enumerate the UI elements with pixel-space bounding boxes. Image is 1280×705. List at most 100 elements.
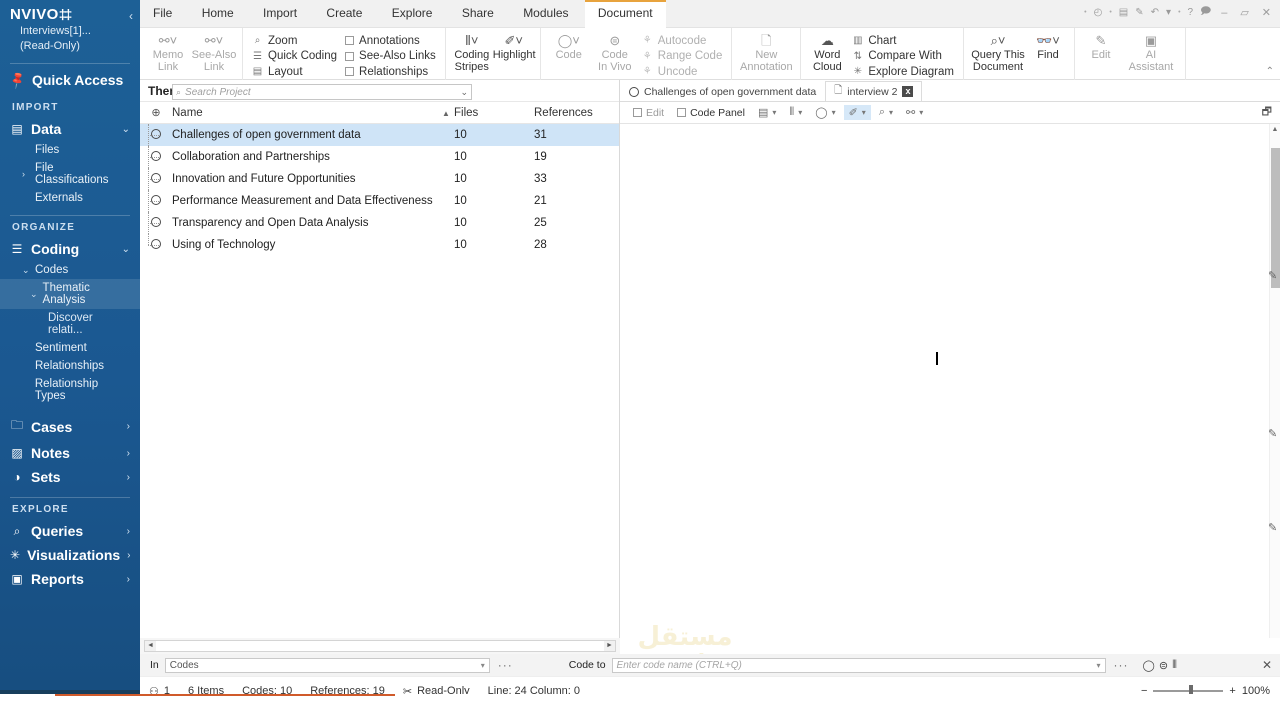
sidebar-item-relationships[interactable]: Relationships xyxy=(0,357,140,375)
highlight-marker-icon[interactable]: ✎ xyxy=(1268,427,1277,440)
scroll-right-icon[interactable]: ► xyxy=(604,641,615,651)
range-code-button[interactable]: ⚘ Range Code xyxy=(638,49,727,65)
close-code-bar-icon[interactable]: ✕ xyxy=(1262,658,1280,672)
tab-modules[interactable]: Modules xyxy=(510,0,581,28)
tab-document[interactable]: Document xyxy=(584,0,666,28)
scrollbar-thumb[interactable] xyxy=(1271,148,1280,288)
qat-undo-icon[interactable]: ↶ xyxy=(1149,6,1161,19)
tab-home[interactable]: Home xyxy=(189,0,247,28)
chevron-down-icon[interactable]: ▾ xyxy=(481,661,485,670)
table-row[interactable]: Performance Measurement and Data Effecti… xyxy=(140,190,619,212)
list-horizontal-scrollbar[interactable]: ◄ ► xyxy=(140,638,620,654)
word-cloud-button[interactable]: ☁ Word Cloud xyxy=(806,30,848,73)
memo-link-button[interactable]: ⚯˅ Memo Link xyxy=(145,30,191,73)
tab-share[interactable]: Share xyxy=(449,0,507,28)
taskbar-active-window[interactable] xyxy=(55,694,395,705)
table-row[interactable]: Challenges of open government data 10 31 xyxy=(140,124,619,146)
table-row[interactable]: Innovation and Future Opportunities 10 3… xyxy=(140,168,619,190)
qat-save-icon[interactable]: ▤ xyxy=(1117,6,1130,19)
qat-dropdown-icon[interactable]: ▾ xyxy=(1164,6,1173,19)
sidebar-item-reports[interactable]: ▣ Reports › xyxy=(0,567,140,591)
tab-file[interactable]: File xyxy=(140,0,185,28)
code-stripes-icon[interactable]: ⦀ xyxy=(1172,659,1177,672)
highlight-marker-icon[interactable]: ✎ xyxy=(1268,521,1277,534)
sidebar-item-cases[interactable]: 🗀 Cases › xyxy=(0,412,140,441)
tab-import[interactable]: Import xyxy=(250,0,310,28)
minimize-button[interactable]: – xyxy=(1216,6,1232,20)
in-more-button[interactable]: ··· xyxy=(490,658,521,672)
chevron-down-icon[interactable]: ▾ xyxy=(1097,661,1101,670)
search-input[interactable]: ⌕ Search Project ⌄ xyxy=(172,84,472,100)
hscroll-track[interactable]: ◄ ► xyxy=(144,640,616,652)
column-header-references[interactable]: References xyxy=(534,107,619,119)
tab-create[interactable]: Create xyxy=(313,0,375,28)
qat-clock-icon[interactable]: ◴ xyxy=(1092,6,1105,19)
code-invivo-icon[interactable]: ⊜ xyxy=(1159,659,1168,672)
table-row[interactable]: Transparency and Open Data Analysis 10 2… xyxy=(140,212,619,234)
close-button[interactable]: ✕ xyxy=(1257,5,1276,20)
coding-stripes-dropdown[interactable]: ⦀ ▾ xyxy=(784,105,807,120)
highlight-marker-icon[interactable]: ✎ xyxy=(1268,269,1277,282)
doc-tab-challenges[interactable]: Challenges of open government data xyxy=(620,81,825,101)
code-circle-icon[interactable]: ◯ xyxy=(1143,659,1155,672)
edit-button[interactable]: ✎ Edit xyxy=(1080,30,1122,61)
column-header-files[interactable]: ▲ Files xyxy=(442,107,534,119)
quick-coding-button[interactable]: ☰ Quick Coding xyxy=(248,49,341,65)
ai-assistant-button[interactable]: ▣ AI Assistant xyxy=(1122,30,1180,73)
sidebar-item-thematic-analysis[interactable]: ⌄ Thematic Analysis xyxy=(0,279,140,309)
highlight-button[interactable]: ✐˅ Highlight xyxy=(493,30,536,61)
scroll-up-icon[interactable]: ▲ xyxy=(1270,124,1280,135)
doc-tab-interview-2[interactable]: 🗋 interview 2 x xyxy=(825,81,923,101)
uncode-button[interactable]: ⚘ Uncode xyxy=(638,64,727,80)
sidebar-item-visualizations[interactable]: ✳ Visualizations › xyxy=(0,543,140,567)
sidebar-item-discover-relationships[interactable]: Discover relati... xyxy=(0,309,140,339)
code-to-more-button[interactable]: ··· xyxy=(1106,658,1137,672)
find-button[interactable]: 👓˅ Find xyxy=(1027,30,1069,61)
qat-comment-icon[interactable]: 🗩 xyxy=(1198,3,1213,22)
see-also-link-button[interactable]: ⚯˅ See-Also Link xyxy=(191,30,237,73)
column-header-name[interactable]: Name xyxy=(172,107,454,119)
in-select[interactable]: Codes ▾ xyxy=(164,657,490,673)
autocode-button[interactable]: ⚘ Autocode xyxy=(638,33,727,49)
close-icon[interactable]: x xyxy=(902,86,914,97)
highlight-dropdown[interactable]: ✐ ▾ xyxy=(843,105,871,120)
sidebar-item-codes[interactable]: ⌄ Codes xyxy=(0,261,140,279)
code-panel-toggle[interactable]: Code Panel xyxy=(672,106,750,120)
sidebar-item-files[interactable]: Files xyxy=(0,141,140,159)
qat-help-icon[interactable]: ? xyxy=(1186,6,1196,19)
relationships-checkbox[interactable]: Relationships xyxy=(341,64,440,80)
scroll-left-icon[interactable]: ◄ xyxy=(145,641,156,651)
table-row[interactable]: Collaboration and Partnerships 10 19 xyxy=(140,146,619,168)
table-row[interactable]: Using of Technology 10 28 xyxy=(140,234,619,256)
document-scrollbar[interactable]: ▲ xyxy=(1269,124,1280,638)
new-annotation-button[interactable]: 🗋 New Annotation xyxy=(737,30,795,73)
sidebar-item-data[interactable]: ▤ Data ⌄ xyxy=(0,117,140,141)
coding-stripes-button[interactable]: ⦀˅ Coding Stripes xyxy=(451,30,493,73)
explore-diagram-button[interactable]: ✳ Explore Diagram xyxy=(848,64,958,80)
edit-toggle[interactable]: Edit xyxy=(628,106,669,120)
sidebar-item-file-classifications[interactable]: › File Classifications xyxy=(0,159,140,189)
annotations-checkbox[interactable]: Annotations xyxy=(341,33,440,49)
query-this-document-button[interactable]: ⌕˅ Query This Document xyxy=(969,30,1027,73)
code-in-vivo-button[interactable]: ⊜ Code In Vivo xyxy=(592,30,638,73)
collapse-nav-icon[interactable]: ‹ xyxy=(129,9,133,23)
code-dropdown[interactable]: ◯ ▾ xyxy=(810,105,840,120)
sidebar-item-queries[interactable]: ⌕ Queries › xyxy=(0,519,140,543)
sidebar-item-sentiment[interactable]: Sentiment xyxy=(0,339,140,357)
chart-button[interactable]: ▥ Chart xyxy=(848,33,958,49)
collapse-ribbon-icon[interactable]: ⌃ xyxy=(1266,66,1274,77)
sidebar-item-relationship-types[interactable]: Relationship Types xyxy=(0,375,140,405)
expand-all-icon[interactable]: ⊕ xyxy=(140,106,172,119)
sidebar-item-notes[interactable]: ▨ Notes › xyxy=(0,441,140,465)
layout-button[interactable]: ▤ Layout xyxy=(248,64,341,80)
zoom-dropdown[interactable]: ⌕ ▾ xyxy=(874,105,898,120)
popout-icon[interactable]: 🗗 xyxy=(1262,103,1272,122)
sidebar-item-coding[interactable]: ☰ Coding ⌄ xyxy=(0,237,140,261)
link-dropdown[interactable]: ⚯ ▾ xyxy=(901,105,928,120)
twisty-icon[interactable]: ⌄ xyxy=(30,289,38,300)
tab-explore[interactable]: Explore xyxy=(379,0,446,28)
sidebar-item-externals[interactable]: Externals xyxy=(0,189,140,207)
sidebar-item-sets[interactable]: ◑ Sets › xyxy=(0,465,140,489)
chevron-down-icon[interactable]: ⌄ xyxy=(460,87,468,98)
see-also-links-checkbox[interactable]: See-Also Links xyxy=(341,49,440,65)
